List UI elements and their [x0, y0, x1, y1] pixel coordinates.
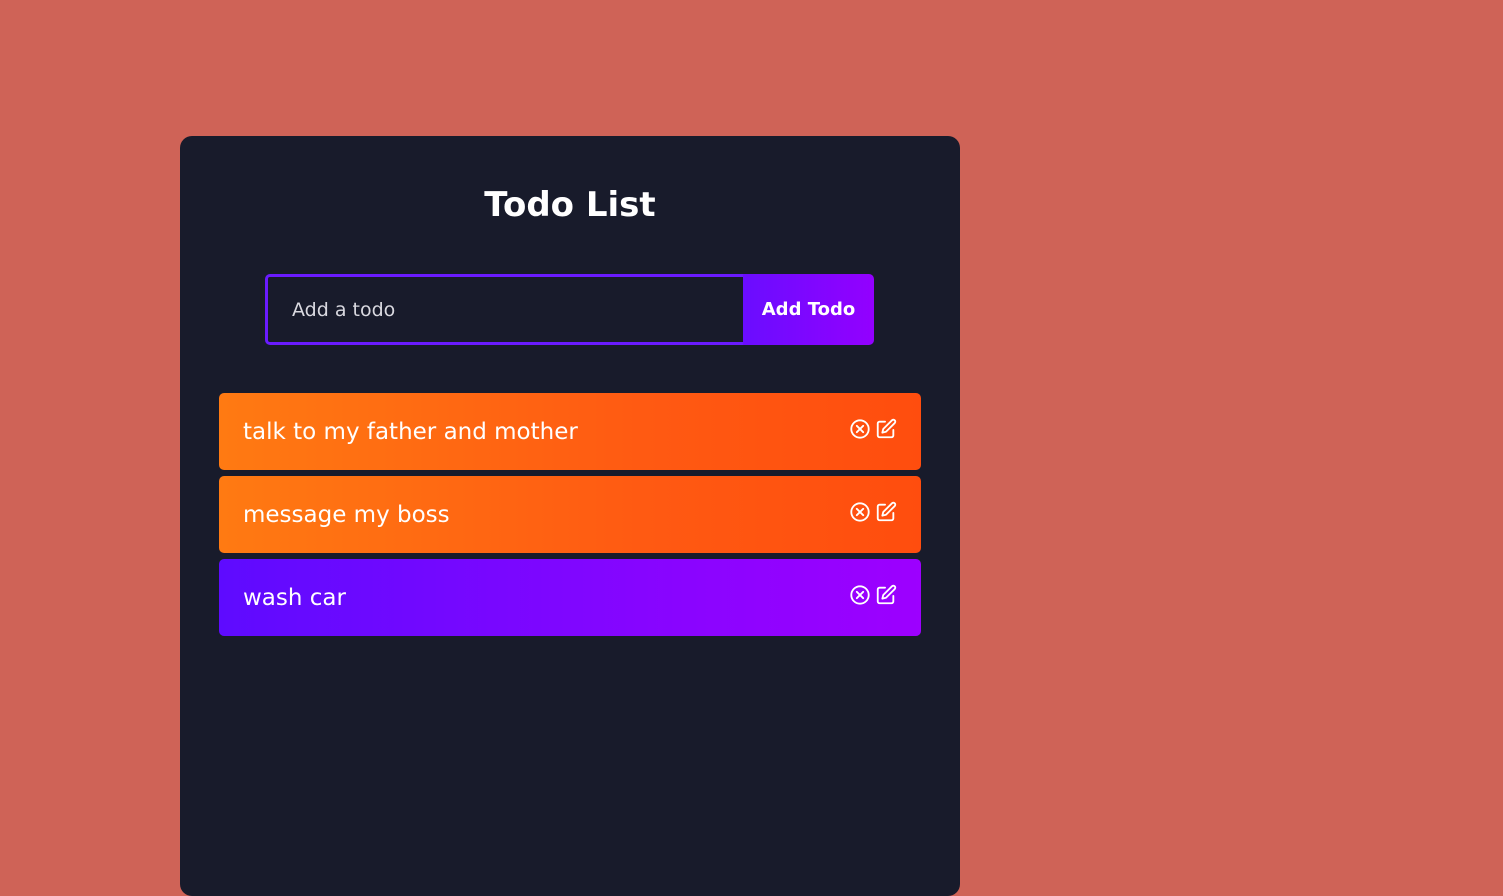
- edit-icon[interactable]: [875, 418, 897, 440]
- todo-app: Todo List Add Todo talk to my father and…: [180, 136, 960, 896]
- page-title: Todo List: [484, 185, 656, 225]
- delete-icon[interactable]: [849, 584, 871, 606]
- todo-item-actions: [849, 501, 897, 523]
- edit-icon[interactable]: [875, 501, 897, 523]
- todo-input[interactable]: [265, 274, 743, 345]
- delete-icon[interactable]: [849, 501, 871, 523]
- todo-item-text[interactable]: talk to my father and mother: [243, 417, 578, 447]
- add-todo-form: Add Todo: [265, 274, 874, 345]
- todo-item-actions: [849, 584, 897, 606]
- todo-item-text[interactable]: message my boss: [243, 500, 450, 530]
- todo-item[interactable]: message my boss: [219, 476, 921, 553]
- edit-icon[interactable]: [875, 584, 897, 606]
- todo-item[interactable]: wash car: [219, 559, 921, 636]
- delete-icon[interactable]: [849, 418, 871, 440]
- todo-item[interactable]: talk to my father and mother: [219, 393, 921, 470]
- todo-item-text[interactable]: wash car: [243, 583, 346, 613]
- todo-item-actions: [849, 418, 897, 440]
- add-todo-button[interactable]: Add Todo: [743, 274, 874, 345]
- todo-list: talk to my father and mother message my …: [219, 393, 921, 642]
